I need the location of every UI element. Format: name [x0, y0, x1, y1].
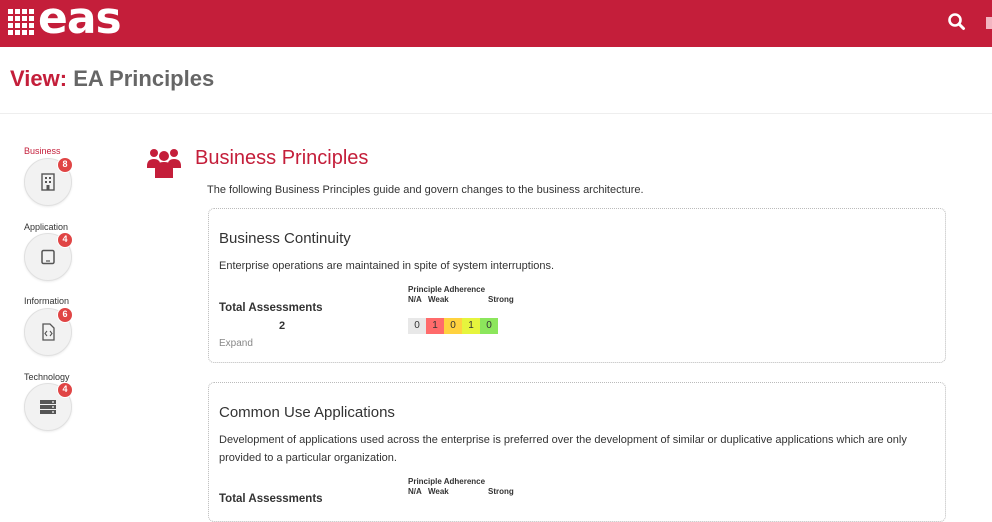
logo-grid-icon — [8, 9, 34, 35]
adherence-weak-label: Weak — [428, 487, 449, 496]
adherence-strong-label: Strong — [488, 487, 514, 496]
sidebar-item-label: Technology — [24, 372, 70, 382]
adherence-cell-na: 0 — [408, 318, 426, 334]
section-description: The following Business Principles guide … — [207, 184, 644, 196]
principle-description: Enterprise operations are maintained in … — [219, 260, 555, 272]
page-title-prefix: View: — [10, 66, 68, 91]
server-icon — [40, 400, 56, 414]
section-title: Business Principles — [195, 147, 369, 169]
principle-description: Development of applications used across … — [219, 434, 907, 464]
code-file-icon — [42, 323, 55, 341]
eas-logo[interactable]: eas — [8, 0, 122, 44]
building-icon — [41, 173, 55, 191]
adherence-na-label: N/A — [408, 487, 422, 496]
expand-link[interactable]: Expand — [219, 338, 253, 349]
principle-title: Common Use Applications — [219, 404, 395, 421]
total-assessments-label: Total Assessments — [219, 302, 323, 314]
adherence-na-label: N/A — [408, 295, 422, 304]
adherence-title: Principle Adherence — [408, 285, 486, 294]
tablet-icon — [41, 249, 55, 265]
count-badge: 8 — [57, 157, 73, 173]
top-navigation-bar: eas — [0, 0, 992, 47]
search-button[interactable] — [943, 8, 971, 36]
adherence-scale: 0 1 0 1 0 — [408, 318, 498, 334]
principle-title: Business Continuity — [219, 230, 351, 247]
sidebar-item-label: Business — [24, 146, 61, 156]
users-icon — [146, 144, 182, 180]
adherence-cell-1: 1 — [426, 318, 444, 334]
divider — [0, 113, 992, 114]
page-title: View: EA Principles — [10, 66, 214, 92]
total-assessments-label: Total Assessments — [219, 493, 323, 505]
sidebar-item-label: Application — [24, 222, 69, 232]
count-badge: 4 — [57, 232, 73, 248]
adherence-title: Principle Adherence — [408, 477, 486, 486]
sidebar-item-label: Information — [24, 296, 70, 306]
adherence-cell-2: 0 — [444, 318, 462, 334]
logo-text: eas — [38, 0, 122, 44]
adherence-cell-3: 1 — [462, 318, 480, 334]
principle-card: Business Continuity Enterprise operation… — [208, 208, 946, 363]
adherence-cell-4: 0 — [480, 318, 498, 334]
menu-edge[interactable] — [986, 17, 992, 29]
adherence-strong-label: Strong — [488, 295, 514, 304]
page-title-text: EA Principles — [73, 66, 215, 91]
count-badge: 6 — [57, 307, 73, 323]
search-icon — [948, 13, 965, 30]
principle-card: Common Use Applications Development of a… — [208, 382, 946, 522]
count-badge: 4 — [57, 382, 73, 398]
total-assessments-count: 2 — [279, 320, 286, 332]
adherence-weak-label: Weak — [428, 295, 449, 304]
